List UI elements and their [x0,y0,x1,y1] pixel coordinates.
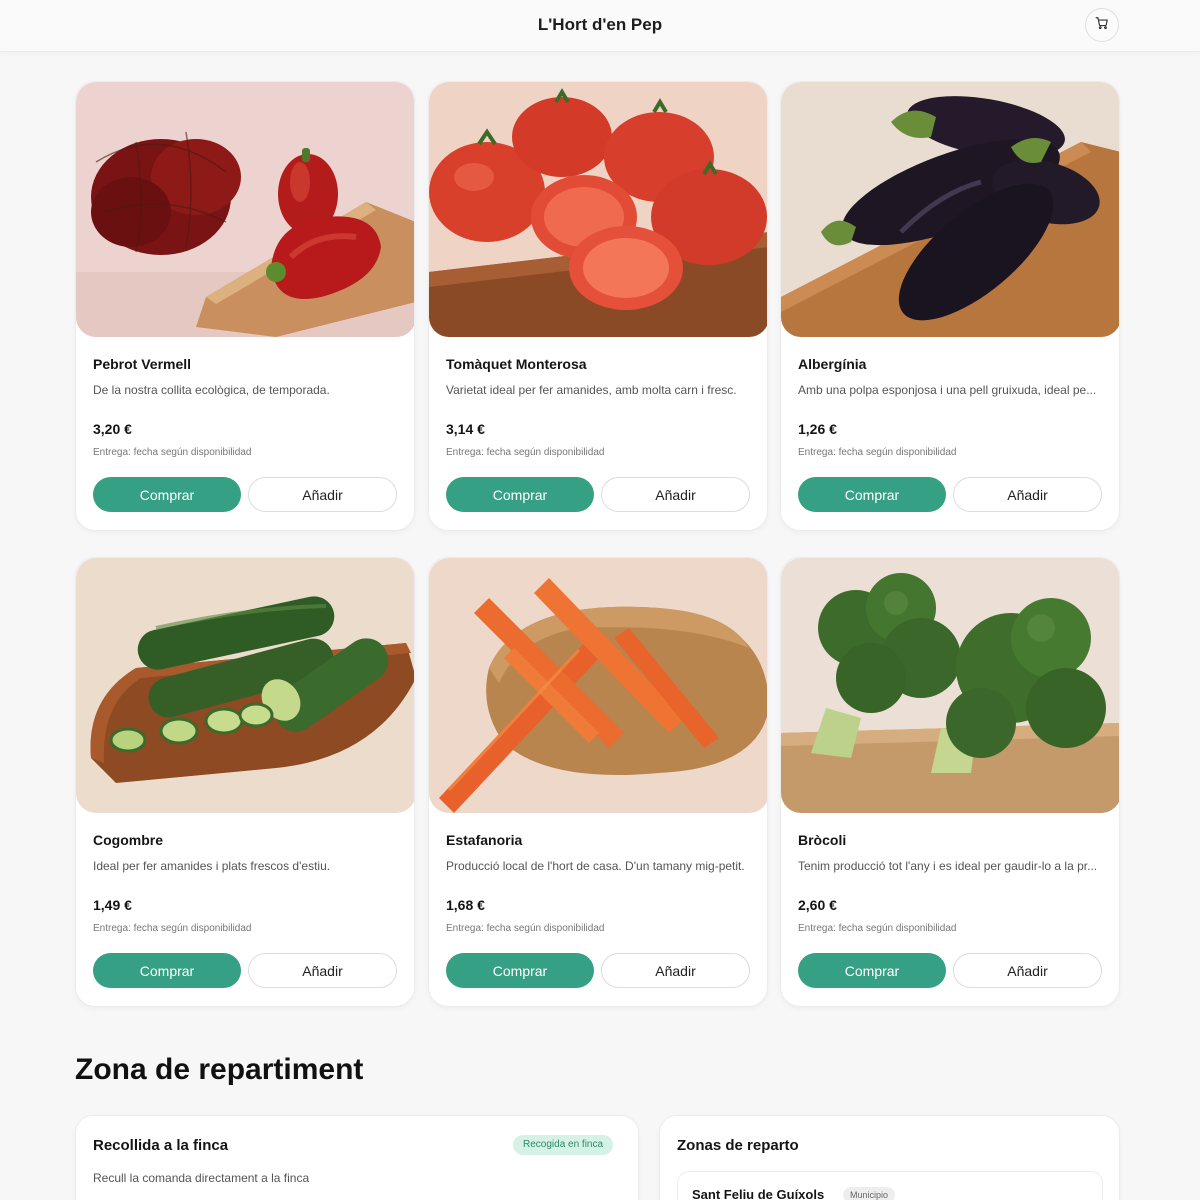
section-title-delivery-zone: Zona de repartiment [75,1053,364,1086]
delivery-info: Entrega: fecha según disponibilidad [93,923,252,934]
product-image-eggplant [781,82,1119,337]
municipality-tag: Municipio [843,1187,896,1200]
product-card: Estafanoria Producció local de l'hort de… [428,557,768,1007]
product-image-cucumber [76,558,414,813]
product-card: Bròcoli Tenim producció tot l'any i es i… [780,557,1120,1007]
add-to-cart-button[interactable]: Añadir [601,953,750,988]
product-card: Pebrot Vermell De la nostra collita ecol… [75,81,415,531]
add-to-cart-button[interactable]: Añadir [248,477,397,512]
product-card: Albergínia Amb una polpa esponjosa i una… [780,81,1120,531]
product-price: 3,20 € [93,421,132,437]
pickup-title: Recollida a la finca [93,1137,229,1154]
product-price: 3,14 € [446,421,485,437]
delivery-info: Entrega: fecha según disponibilidad [798,447,957,458]
cart-icon [1095,16,1109,35]
product-name: Estafanoria [446,832,523,848]
product-price: 2,60 € [798,897,837,913]
delivery-info: Entrega: fecha según disponibilidad [446,447,605,458]
buy-button[interactable]: Comprar [798,953,946,988]
product-card: Cogombre Ideal per fer amanides i plats … [75,557,415,1007]
product-description: Varietat ideal per fer amanides, amb mol… [446,383,737,397]
add-to-cart-button[interactable]: Añadir [953,477,1102,512]
product-name: Albergínia [798,356,867,372]
product-name: Bròcoli [798,832,847,848]
product-name: Tomàquet Monterosa [446,356,587,372]
product-description: Ideal per fer amanides i plats frescos d… [93,859,331,873]
product-name: Pebrot Vermell [93,356,192,372]
store-title: L'Hort d'en Pep [537,15,663,34]
pickup-description: Recull la comanda directament a la finca [93,1171,310,1185]
buy-button[interactable]: Comprar [798,477,946,512]
cart-button[interactable] [1085,8,1119,42]
buy-button[interactable]: Comprar [93,953,241,988]
add-to-cart-button[interactable]: Añadir [953,953,1102,988]
product-price: 1,26 € [798,421,837,437]
buy-button[interactable]: Comprar [93,477,241,512]
product-description: Amb una polpa esponjosa i una pell gruix… [798,383,1097,397]
delivery-info: Entrega: fecha según disponibilidad [93,447,252,458]
delivery-info: Entrega: fecha según disponibilidad [446,923,605,934]
delivery-info: Entrega: fecha según disponibilidad [798,923,957,934]
municipality-name: Sant Feliu de Guíxols [692,1187,825,1200]
product-price: 1,49 € [93,897,132,913]
product-image-carrot [429,558,767,813]
delivery-zones-card: Zonas de reparto Sant Feliu de Guíxols M… [659,1115,1120,1200]
product-card: Tomàquet Monterosa Varietat ideal per fe… [428,81,768,531]
product-description: Tenim producció tot l'any i es ideal per… [798,859,1098,873]
buy-button[interactable]: Comprar [446,477,594,512]
product-description: De la nostra collita ecològica, de tempo… [93,383,330,397]
pickup-card[interactable]: Recollida a la finca Recogida en finca R… [75,1115,639,1200]
delivery-zones-title: Zonas de reparto [677,1137,799,1154]
product-image-red-pepper [76,82,414,337]
product-name: Cogombre [93,832,163,848]
add-to-cart-button[interactable]: Añadir [601,477,750,512]
pickup-badge: Recogida en finca [513,1135,614,1155]
buy-button[interactable]: Comprar [446,953,594,988]
top-header: L'Hort d'en Pep [0,0,1200,52]
product-image-tomato [429,82,767,337]
add-to-cart-button[interactable]: Añadir [248,953,397,988]
municipality-item[interactable]: Sant Feliu de Guíxols Municipio [677,1171,1103,1200]
product-image-broccoli [781,558,1119,813]
product-description: Producció local de l'hort de casa. D'un … [446,859,745,873]
product-price: 1,68 € [446,897,485,913]
